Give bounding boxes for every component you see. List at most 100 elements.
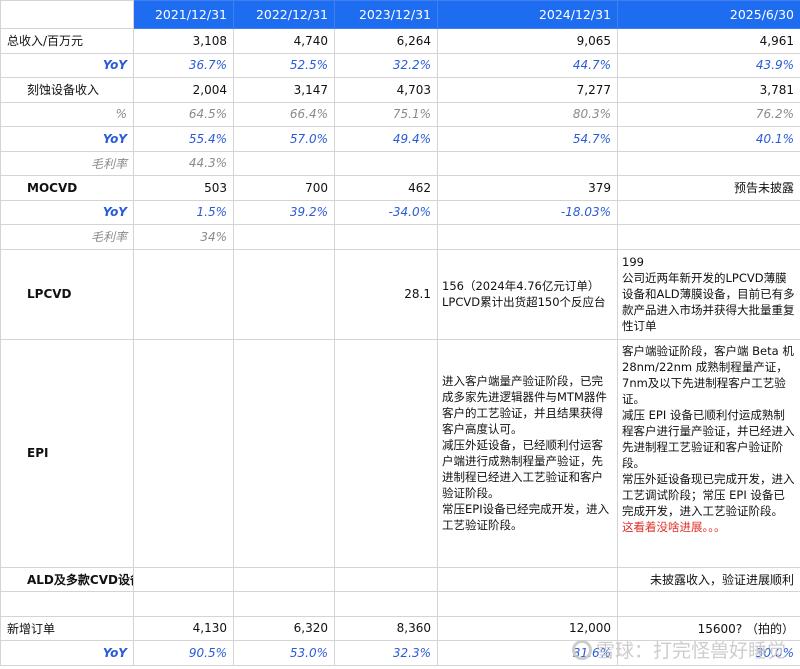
cell-value: 503 — [133, 175, 234, 201]
cell-value: 55.4% — [133, 126, 234, 152]
cell-empty — [233, 224, 335, 250]
cell-empty — [233, 566, 335, 592]
cell-value: 44.7% — [437, 52, 618, 78]
cell-value: 4,961 — [617, 28, 800, 54]
cell-empty — [233, 591, 335, 617]
cell-value: 2,004 — [133, 77, 234, 103]
cell-value: 44.3% — [133, 150, 234, 176]
cell-value: 75.1% — [334, 101, 438, 127]
cell-empty — [334, 150, 438, 176]
cell-value: 32.2% — [334, 52, 438, 78]
cell-empty — [233, 338, 335, 568]
cell-value: 3,108 — [133, 28, 234, 54]
cell-value: 12,000 — [437, 615, 618, 641]
header-corner-cell — [0, 0, 134, 29]
cell-value: 52.5% — [233, 52, 335, 78]
note-line: 进入客户端量产验证阶段，已完成多家先进逻辑器件与MTM器件客户的工艺验证，并且结… — [442, 374, 607, 436]
cell-value: -18.03% — [437, 199, 618, 225]
cell-value: 57.0% — [233, 126, 335, 152]
cell-value: 15600? （拍的） — [617, 615, 800, 641]
cell-value: 32.3% — [334, 640, 438, 666]
cell-value: 8,360 — [334, 615, 438, 641]
cell-value: 43.9% — [617, 52, 800, 78]
row-total-yoy: YoY 36.7% 52.5% 32.2% 44.7% 43.9% — [0, 52, 800, 78]
row-etch-revenue: 刻蚀设备收入 2,004 3,147 4,703 7,277 3,781 — [0, 77, 800, 103]
row-total-revenue: 总收入/百万元 3,108 4,740 6,264 9,065 4,961 — [0, 28, 800, 54]
cell-value: 54.7% — [437, 126, 618, 152]
row-label: YoY — [0, 52, 134, 78]
cell-value: 462 — [334, 175, 438, 201]
row-label: ALD及多款CVD设备 — [0, 566, 134, 592]
row-etch-pct: % 64.5% 66.4% 75.1% 80.3% 76.2% — [0, 101, 800, 127]
cell-empty — [233, 150, 335, 176]
cell-empty — [233, 248, 335, 340]
row-etch-margin: 毛利率 44.3% — [0, 150, 800, 176]
note-line: 减压 EPI 设备已顺利付运成熟制程客户进行量产验证，并已经进入先进制程工艺验证… — [622, 407, 795, 470]
note-line: LPCVD累计出货超150个反应台 — [442, 295, 606, 309]
header-period: 2024/12/31 — [437, 0, 618, 29]
row-mocvd-yoy: YoY 1.5% 39.2% -34.0% -18.03% — [0, 199, 800, 225]
row-label: LPCVD — [0, 248, 134, 340]
row-label: YoY — [0, 126, 134, 152]
row-label: % — [0, 101, 134, 127]
cell-value: 1.5% — [133, 199, 234, 225]
note-comment: 这看着没啥进展。。。 — [622, 519, 726, 534]
cell-value: 4,130 — [133, 615, 234, 641]
cell-empty — [133, 338, 234, 568]
note-line: 客户端验证阶段，客户端 Beta 机28nm/22nm 成熟制程量产证， 7nm… — [622, 343, 794, 406]
cell-value: 6,320 — [233, 615, 335, 641]
note-line: 常压外延设备现已完成开发，进入工艺调试阶段；常压 EPI 设备已完成开发，进入工… — [622, 471, 795, 518]
note-line: 常压EPI设备已经完成开发，进入工艺验证阶段。 — [442, 502, 610, 532]
cell-empty — [334, 591, 438, 617]
cell-value: 39.2% — [233, 199, 335, 225]
row-label: 毛利率 — [0, 150, 134, 176]
cell-value: 预告未披露 — [617, 175, 800, 201]
cell-empty — [617, 150, 800, 176]
row-mocvd: MOCVD 503 700 462 379 预告未披露 — [0, 175, 800, 201]
cell-value: -34.0% — [334, 199, 438, 225]
cell-value: 53.0% — [233, 640, 335, 666]
note-line: 156（2024年4.76亿元订单） — [442, 279, 600, 293]
cell-empty — [0, 591, 134, 617]
header-period: 2025/6/30 — [617, 0, 800, 29]
row-spacer — [0, 591, 800, 617]
cell-empty — [437, 591, 618, 617]
row-ald-cvd: ALD及多款CVD设备 未披露收入，验证进展顺利 — [0, 566, 800, 592]
cell-empty — [437, 224, 618, 250]
cell-empty — [133, 248, 234, 340]
cell-value: 7,277 — [437, 77, 618, 103]
row-label: MOCVD — [0, 175, 134, 201]
cell-empty — [617, 224, 800, 250]
header-row: 2021/12/31 2022/12/31 2023/12/31 2024/12… — [0, 0, 800, 29]
row-mocvd-margin: 毛利率 34% — [0, 224, 800, 250]
cell-empty — [437, 566, 618, 592]
cell-value: 31.6% — [437, 640, 618, 666]
header-period: 2023/12/31 — [334, 0, 438, 29]
row-label: EPI — [0, 338, 134, 568]
row-epi: EPI 进入客户端量产验证阶段，已完成多家先进逻辑器件与MTM器件客户的工艺验证… — [0, 338, 800, 568]
cell-value: 34% — [133, 224, 234, 250]
row-label: 刻蚀设备收入 — [0, 77, 134, 103]
header-period: 2022/12/31 — [233, 0, 335, 29]
cell-value: 700 — [233, 175, 335, 201]
financial-table: 2021/12/31 2022/12/31 2023/12/31 2024/12… — [0, 0, 800, 666]
cell-value: 28.1 — [334, 248, 438, 340]
cell-empty — [334, 566, 438, 592]
cell-empty — [617, 199, 800, 225]
row-label: 毛利率 — [0, 224, 134, 250]
cell-empty — [133, 566, 234, 592]
row-new-orders: 新增订单 4,130 6,320 8,360 12,000 15600? （拍的… — [0, 615, 800, 641]
cell-empty — [334, 224, 438, 250]
cell-value: 64.5% — [133, 101, 234, 127]
row-lpcvd: LPCVD 28.1 156（2024年4.76亿元订单） LPCVD累计出货超… — [0, 248, 800, 340]
cell-value: 49.4% — [334, 126, 438, 152]
row-label: 总收入/百万元 — [0, 28, 134, 54]
cell-note: 客户端验证阶段，客户端 Beta 机28nm/22nm 成熟制程量产证， 7nm… — [617, 338, 800, 568]
cell-value: 76.2% — [617, 101, 800, 127]
row-label: YoY — [0, 199, 134, 225]
cell-empty — [437, 150, 618, 176]
cell-value: 4,703 — [334, 77, 438, 103]
cell-value: 未披露收入，验证进展顺利 — [617, 566, 800, 592]
row-label: 新增订单 — [0, 615, 134, 641]
cell-value: 66.4% — [233, 101, 335, 127]
